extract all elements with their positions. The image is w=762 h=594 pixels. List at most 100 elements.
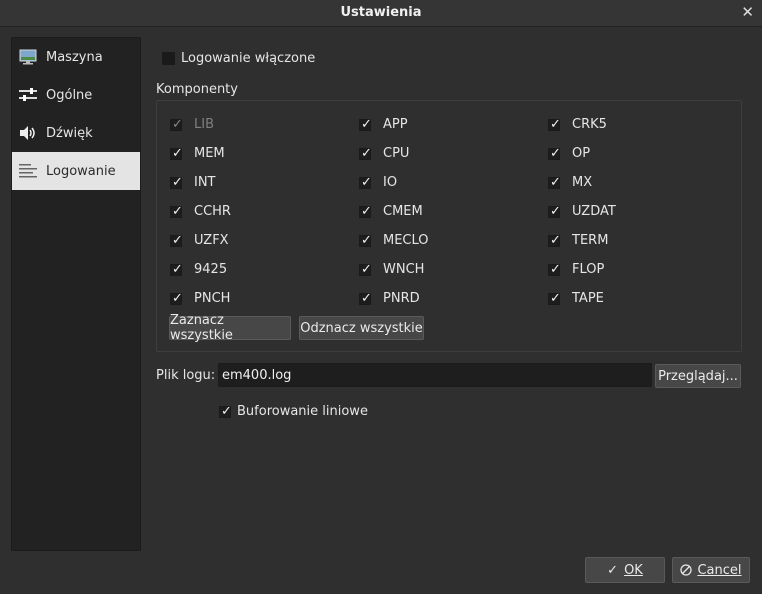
- check-icon: ✓: [550, 203, 561, 219]
- component-checkbox[interactable]: ✓ UZDAT: [548, 204, 616, 219]
- sidebar-item-label: Logowanie: [46, 163, 116, 179]
- checkbox-box[interactable]: ✓: [170, 261, 183, 277]
- line-buffering-checkbox[interactable]: ✓ Buforowanie liniowe: [219, 404, 368, 419]
- check-icon: ✓: [550, 145, 561, 161]
- checkbox-box[interactable]: ✓: [548, 145, 561, 161]
- ok-button[interactable]: ✓ OK: [585, 557, 665, 583]
- check-icon: ✓: [550, 174, 561, 190]
- checkbox-box[interactable]: ✓: [170, 174, 183, 190]
- component-label: 9425: [194, 262, 228, 277]
- check-icon: ✓: [361, 290, 372, 306]
- component-label: UZDAT: [572, 204, 616, 219]
- checkbox-box[interactable]: ✓: [359, 145, 372, 161]
- component-checkbox[interactable]: ✓ MEM: [170, 146, 225, 161]
- component-checkbox[interactable]: ✓ APP: [359, 117, 408, 132]
- component-checkbox[interactable]: ✓ INT: [170, 175, 216, 190]
- component-checkbox[interactable]: ✓ TERM: [548, 233, 608, 248]
- component-label: PNRD: [383, 291, 420, 306]
- sidebar-item-label: Ogólne: [46, 87, 93, 103]
- logging-enabled-label: Logowanie włączone: [181, 51, 316, 66]
- ok-label: OK: [624, 562, 643, 578]
- checkbox-box: ✓: [170, 117, 183, 132]
- log-file-label: Plik logu:: [156, 368, 216, 383]
- close-icon[interactable]: ✕: [741, 3, 754, 21]
- monitor-icon: [18, 49, 38, 65]
- check-icon: ✓: [221, 403, 232, 419]
- check-icon: ✓: [361, 203, 372, 219]
- sidebar-item-ogolne[interactable]: Ogólne: [12, 76, 140, 114]
- component-checkbox[interactable]: ✓ MX: [548, 175, 592, 190]
- checkbox-box[interactable]: ✓: [359, 290, 372, 306]
- line-buffering-label: Buforowanie liniowe: [237, 404, 368, 419]
- cancel-icon: [680, 564, 693, 576]
- components-title: Komponenty: [156, 82, 238, 97]
- checkbox-box[interactable]: ✓: [170, 232, 183, 248]
- checkbox-box[interactable]: ✓: [359, 174, 372, 190]
- check-icon: ✓: [550, 261, 561, 277]
- check-icon: ✓: [172, 174, 183, 190]
- checkbox-box[interactable]: ✓: [548, 203, 561, 219]
- sidebar-item-label: Maszyna: [46, 49, 103, 65]
- checkbox-box[interactable]: ✓: [359, 262, 372, 277]
- component-checkbox[interactable]: ✓ 9425: [170, 262, 227, 277]
- sidebar-item-dzwiek[interactable]: Dźwięk: [12, 114, 140, 152]
- checkbox-box[interactable]: ✓: [548, 117, 561, 132]
- log-file-input[interactable]: em400.log: [218, 363, 652, 387]
- component-label: TAPE: [572, 291, 604, 306]
- component-checkbox[interactable]: ✓ UZFX: [170, 233, 229, 248]
- component-label: IO: [383, 175, 398, 190]
- checkbox-box[interactable]: ✓: [219, 403, 232, 419]
- deselect-all-button[interactable]: Odznacz wszystkie: [299, 316, 424, 340]
- component-label: WNCH: [383, 262, 425, 277]
- sidebar-item-logowanie[interactable]: Logowanie: [12, 152, 140, 190]
- title-bar: Ustawienia ✕: [0, 0, 762, 27]
- checkbox-box[interactable]: ✓: [170, 146, 183, 161]
- check-icon: ✓: [172, 232, 183, 248]
- component-label: LIB: [194, 117, 214, 132]
- check-icon: ✓: [361, 116, 372, 132]
- settings-sidebar: Maszyna Ogólne Dźwięk Logowanie: [11, 37, 141, 551]
- component-label: APP: [383, 117, 408, 132]
- logging-enabled-checkbox[interactable]: Logowanie włączone: [162, 51, 315, 66]
- checkbox-box[interactable]: ✓: [359, 116, 372, 132]
- checkbox-box[interactable]: ✓: [548, 291, 561, 306]
- check-icon: ✓: [607, 562, 619, 578]
- checkbox-box[interactable]: ✓: [359, 233, 372, 248]
- checkbox-box[interactable]: [162, 52, 175, 65]
- checkbox-box[interactable]: ✓: [170, 291, 183, 306]
- component-checkbox[interactable]: ✓ CPU: [359, 146, 409, 161]
- checkbox-box[interactable]: ✓: [548, 233, 561, 248]
- component-label: MECLO: [383, 233, 429, 248]
- component-checkbox[interactable]: ✓ TAPE: [548, 291, 604, 306]
- component-checkbox[interactable]: ✓ WNCH: [359, 262, 424, 277]
- component-checkbox[interactable]: ✓ PNCH: [170, 291, 230, 306]
- check-icon: ✓: [361, 174, 372, 190]
- component-label: TERM: [572, 233, 609, 248]
- sidebar-item-maszyna[interactable]: Maszyna: [12, 38, 140, 76]
- component-checkbox[interactable]: ✓ PNRD: [359, 291, 420, 306]
- sliders-icon: [18, 87, 38, 103]
- select-all-button[interactable]: Zaznacz wszystkie: [169, 313, 291, 343]
- component-label: FLOP: [572, 262, 605, 277]
- component-checkbox[interactable]: ✓ IO: [359, 175, 397, 190]
- cancel-button[interactable]: Cancel: [672, 557, 750, 583]
- browse-button[interactable]: Przeglądaj...: [655, 364, 741, 388]
- component-checkbox[interactable]: ✓ MECLO: [359, 233, 429, 248]
- checkbox-box[interactable]: ✓: [548, 174, 561, 190]
- component-checkbox[interactable]: ✓ CCHR: [170, 204, 231, 219]
- list-lines-icon: [18, 163, 38, 179]
- component-label: PNCH: [194, 291, 231, 306]
- checkbox-box[interactable]: ✓: [548, 261, 561, 277]
- component-label: OP: [572, 146, 591, 161]
- component-checkbox[interactable]: ✓ FLOP: [548, 262, 604, 277]
- checkbox-box[interactable]: ✓: [170, 203, 183, 219]
- component-checkbox[interactable]: ✓ CMEM: [359, 204, 423, 219]
- component-checkbox[interactable]: ✓ CRK5: [548, 117, 607, 132]
- component-label: CRK5: [572, 117, 607, 132]
- check-icon: ✓: [361, 145, 372, 161]
- check-icon: ✓: [172, 203, 183, 219]
- component-checkbox[interactable]: ✓ OP: [548, 146, 590, 161]
- checkbox-box[interactable]: ✓: [359, 203, 372, 219]
- check-icon: ✓: [172, 261, 183, 277]
- window-title: Ustawienia: [340, 5, 422, 20]
